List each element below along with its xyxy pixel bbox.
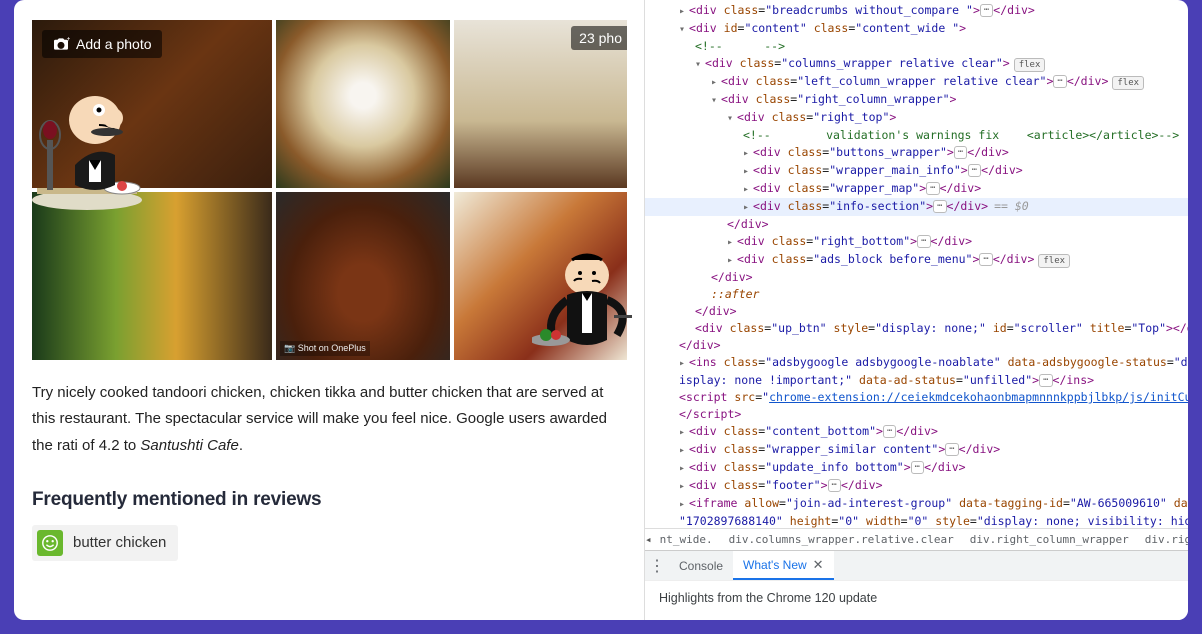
expand-arrow-icon[interactable] (743, 144, 753, 162)
expand-arrow-icon[interactable] (679, 459, 689, 477)
expand-arrow-icon[interactable] (679, 2, 689, 20)
cartoon-diner-left (27, 80, 147, 215)
photo-tile-5[interactable]: 📷 Shot on OnePlus (276, 192, 450, 360)
drawer-tabs: ⋮ Console What's New ✕ (645, 550, 1188, 580)
expand-arrow-icon[interactable] (711, 91, 721, 109)
close-icon[interactable]: ✕ (813, 557, 824, 573)
elements-tree[interactable]: ⋯ <div class="breadcrumbs without_compar… (645, 0, 1188, 528)
review-tags: butter chicken (32, 525, 626, 561)
expand-arrow-icon[interactable] (695, 55, 705, 73)
expand-arrow-icon[interactable] (711, 73, 721, 91)
shot-on-watermark: 📷 Shot on OnePlus (280, 341, 370, 356)
add-photo-button[interactable]: + Add a photo (42, 30, 162, 58)
photo-tile-4[interactable] (32, 192, 272, 360)
selected-element[interactable]: <div class="info-section">⋯</div>== $0 (645, 198, 1188, 216)
photo-tile-2[interactable] (276, 20, 450, 188)
breadcrumb-item[interactable]: div.right_column_wrapper (962, 533, 1137, 546)
webpage-content: + Add a photo 23 pho 📷 Shot on OnePlus (14, 0, 644, 620)
devtools-panel: ⋯ <div class="breadcrumbs without_compar… (644, 0, 1188, 620)
expand-arrow-icon[interactable] (743, 180, 753, 198)
flex-badge[interactable]: flex (1014, 58, 1046, 72)
breadcrumb-item[interactable]: div.columns_wrapper.relative.clear (721, 533, 962, 546)
camera-plus-icon: + (52, 37, 70, 51)
smiley-icon (37, 530, 63, 556)
flex-badge[interactable]: flex (1038, 254, 1070, 268)
photo-tile-3[interactable]: 23 pho (454, 20, 628, 188)
expand-arrow-icon[interactable] (727, 251, 737, 269)
expand-arrow-icon[interactable] (743, 162, 753, 180)
restaurant-description: Try nicely cooked tandoori chicken, chic… (32, 380, 626, 459)
flex-badge[interactable]: flex (1112, 76, 1144, 90)
photo-count-badge[interactable]: 23 pho (571, 26, 627, 50)
expand-arrow-icon[interactable] (679, 20, 689, 38)
extension-url-link[interactable]: chrome-extension://ceiekmdcekohaonbmapmn… (769, 390, 1188, 404)
breadcrumb-item[interactable]: nt_wide. (652, 533, 721, 546)
add-photo-label: Add a photo (76, 36, 152, 52)
drawer-body: Highlights from the Chrome 120 update (645, 580, 1188, 620)
expand-arrow-icon[interactable] (679, 495, 689, 513)
review-tag-label: butter chicken (73, 534, 166, 551)
drawer-more-icon[interactable]: ⋮ (645, 556, 669, 576)
frequently-mentioned-heading: Frequently mentioned in reviews (32, 489, 626, 511)
photo-grid: + Add a photo 23 pho 📷 Shot on OnePlus (32, 20, 627, 360)
cartoon-waiter-right (532, 245, 642, 365)
expand-arrow-icon[interactable] (743, 198, 753, 216)
svg-text:+: + (67, 37, 70, 43)
expand-arrow-icon[interactable] (679, 354, 689, 372)
review-tag[interactable]: butter chicken (32, 525, 178, 561)
expand-arrow-icon[interactable] (727, 233, 737, 251)
expand-arrow-icon[interactable] (679, 477, 689, 495)
breadcrumb-bar: ◂ nt_wide. div.columns_wrapper.relative.… (645, 528, 1188, 550)
expand-arrow-icon[interactable] (727, 109, 737, 127)
whats-new-highlight: Highlights from the Chrome 120 update (659, 591, 877, 605)
crumb-scroll-left-icon[interactable]: ◂ (645, 533, 652, 546)
tab-whats-new[interactable]: What's New ✕ (733, 551, 834, 580)
breadcrumb-item[interactable]: div.right_top (1137, 533, 1188, 546)
expand-arrow-icon[interactable] (679, 441, 689, 459)
expand-arrow-icon[interactable] (679, 423, 689, 441)
tab-console[interactable]: Console (669, 551, 733, 580)
